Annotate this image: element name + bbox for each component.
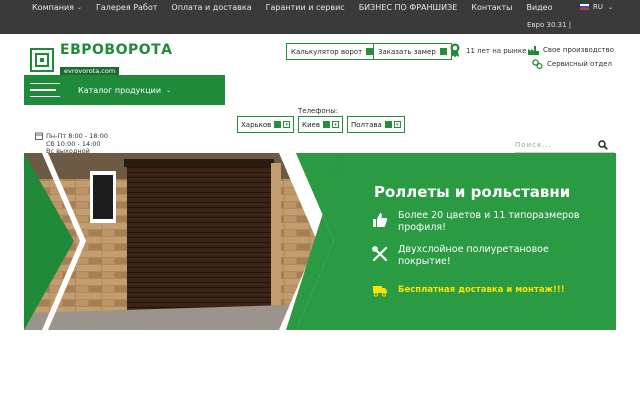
hamburger-icon [30,78,60,103]
nav-label: БИЗНЕС ПО ФРАНШИЗЕ [358,3,458,12]
search-icon[interactable] [598,140,608,150]
chevron-down-icon: ⌄ [608,3,614,11]
city-phone-kyiv[interactable]: Киев ▾ [298,116,343,133]
nav-payment-delivery[interactable]: Оплата и доставка [171,3,251,12]
nav-franchise[interactable]: БИЗНЕС ПО ФРАНШИЗЕ [359,3,458,12]
feature-label: Сервисный отдел [547,60,613,68]
banner-feature-text: Более 20 цветов и 11 типоразмеров профил… [398,210,580,233]
banner-feature-text: Бесплатная доставка и монтаж!!! [398,285,565,295]
banner-feature-coating: Двухслойное полиуретановое покрытие! [372,244,568,268]
phone-icon [274,121,282,128]
nav-label: Гарантии и сервис [265,3,345,12]
nav-label: Оплата и доставка [171,3,252,12]
factory-icon [528,46,539,55]
button-label: Заказать замер [378,47,436,56]
nav-label: Видео [526,3,553,12]
nav-label: Галерея Работ [96,3,158,12]
medal-icon [450,43,460,58]
truck-icon [373,286,387,297]
city-phone-poltava[interactable]: Полтава ▾ [347,116,405,133]
banner-feature-text: Двухслойное полиуретановое покрытие! [398,244,549,267]
tools-icon [372,246,388,262]
nav-gallery[interactable]: Галерея Работ [96,3,157,12]
nav-contacts[interactable]: Контакты [471,3,512,12]
gears-icon [532,59,543,69]
chevron-down-icon: ▾ [283,121,291,128]
logo-mark-icon [30,48,54,72]
language-label: RU [593,3,603,11]
chevron-down-icon: ⌄ [166,86,172,94]
site-logo[interactable]: ЕВРОВОРОТА evrovorota.com [30,43,173,77]
product-catalog-button[interactable]: Каталог продукции ⌄ [24,75,225,105]
city-phone-kharkiv[interactable]: Харьков ▾ [237,116,295,133]
ru-flag-icon [580,4,589,10]
search-box [515,137,615,153]
banner-feature-colors: Более 20 цветов и 11 типоразмеров профил… [372,210,588,234]
nav-label: Контакты [471,3,513,12]
banner-feature-delivery: Бесплатная доставка и монтаж!!! [372,284,565,298]
top-nav: Компания ⌄ Галерея Работ Оплата и доставк… [32,3,567,12]
chevron-down-icon: ▾ [393,121,401,128]
catalog-label: Каталог продукции [78,85,162,95]
logo-text: ЕВРОВОРОТА evrovorota.com [60,43,173,77]
measure-icon [439,48,447,55]
chevron-down-icon: ⌄ [76,4,83,11]
banner-background [24,153,616,330]
thumbs-up-icon [373,213,388,227]
feature-own-production: Свое производство [528,45,614,55]
nav-video[interactable]: Видео [526,3,552,12]
feature-service-department: Сервисный отдел [532,59,612,69]
search-input[interactable] [515,140,595,149]
banner-title: Роллеты и рольставни [374,183,571,201]
city-label: Киев [302,120,320,129]
order-measurement-button[interactable]: Заказать замер [373,43,452,60]
nav-warranty-service[interactable]: Гарантии и сервис [266,3,345,12]
nav-company[interactable]: Компания ⌄ [32,3,82,12]
currency-rate: Евро 30.31 | [527,21,572,29]
gate-calculator-button[interactable]: Калькулятор ворот [286,43,379,60]
logo-domain: evrovorota.com [60,67,120,75]
city-label: Полтава [351,120,382,129]
logo-name: ЕВРОВОРОТА [60,42,173,58]
feature-label: Свое производство [543,46,614,54]
phones-label: Телефоны: [298,107,339,115]
clock-icon [35,132,43,140]
language-selector[interactable]: RU ⌄ [580,3,613,11]
hero-banner[interactable]: Роллеты и рольставни Более 20 цветов и 1… [24,153,616,330]
years-on-market: 11 лет на рынке [466,47,527,55]
chevron-down-icon: ▾ [331,121,339,128]
phone-icon [322,121,330,128]
button-label: Калькулятор ворот [291,47,363,56]
top-bar: Компания ⌄ Галерея Работ Оплата и доставк… [0,0,640,34]
city-label: Харьков [241,120,272,129]
phone-icon [384,121,392,128]
nav-label: Компания [32,3,74,12]
